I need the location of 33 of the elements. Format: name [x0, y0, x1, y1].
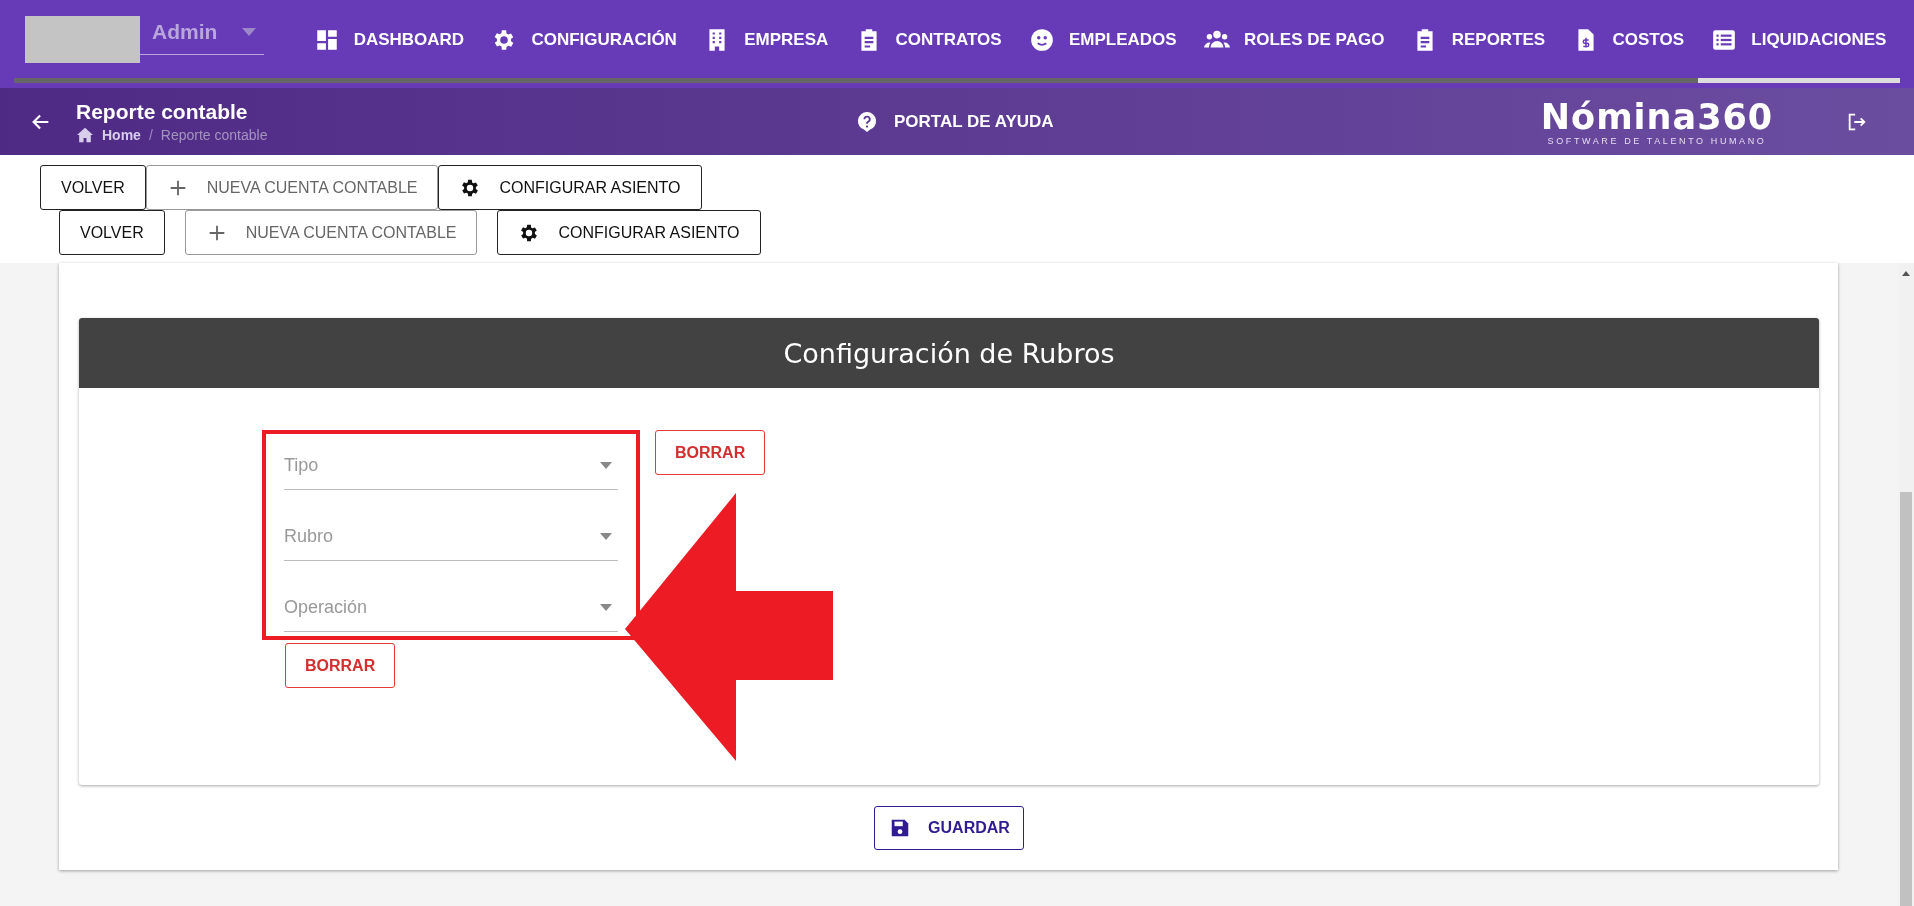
nav-tab[interactable]: COSTOS: [1572, 27, 1684, 55]
nav-tab[interactable]: EMPRESA: [704, 27, 829, 55]
logo-tagline: SOFTWARE DE TALENTO HUMANO: [1547, 135, 1767, 146]
caret-icon: [600, 604, 612, 611]
nav-tab[interactable]: CONTRATOS: [855, 27, 1002, 55]
clear-button[interactable]: BORRAR: [285, 643, 396, 688]
breadcrumb-current: Reporte contable: [160, 127, 268, 143]
breadcrumb-separator: /: [148, 127, 153, 143]
nav-tab[interactable]: EMPLEADOS: [1028, 27, 1177, 55]
caret-icon: [600, 462, 612, 469]
list-icon: [1711, 27, 1738, 53]
save-button[interactable]: GUARDAR: [874, 805, 1024, 850]
clear-button[interactable]: BORRAR: [655, 430, 766, 475]
help-icon: [856, 110, 878, 133]
toolbar-button[interactable]: VOLVER: [40, 165, 146, 210]
caret-icon: [600, 533, 612, 540]
nav-tab[interactable]: LIQUIDACIONES: [1711, 27, 1887, 55]
nav-tab[interactable]: ROLES DE PAGO: [1203, 27, 1385, 55]
toolbar-button[interactable]: CONFIGURAR ASIENTO: [497, 210, 761, 255]
caret-icon: [242, 27, 256, 36]
nav-tab[interactable]: DASHBOARD: [313, 27, 465, 55]
panel-title: Configuración de Rubros: [79, 318, 1819, 388]
page-title: Reporte contable: [76, 100, 249, 124]
scroll-up-icon[interactable]: [1902, 271, 1910, 276]
logo-wordmark: Nómina360: [1540, 97, 1774, 136]
toolbar-button[interactable]: CONFIGURAR ASIENTO: [438, 165, 702, 210]
nav-tab[interactable]: REPORTES: [1411, 27, 1546, 55]
home-icon: [76, 127, 94, 143]
nav-tab[interactable]: CONFIGURACIÓN: [491, 27, 677, 55]
face-icon: [1028, 27, 1055, 53]
scrollbar-thumb[interactable]: [1900, 492, 1912, 906]
toolbar-button[interactable]: VOLVER: [59, 210, 165, 255]
breadcrumb-link[interactable]: Home: [102, 127, 141, 143]
